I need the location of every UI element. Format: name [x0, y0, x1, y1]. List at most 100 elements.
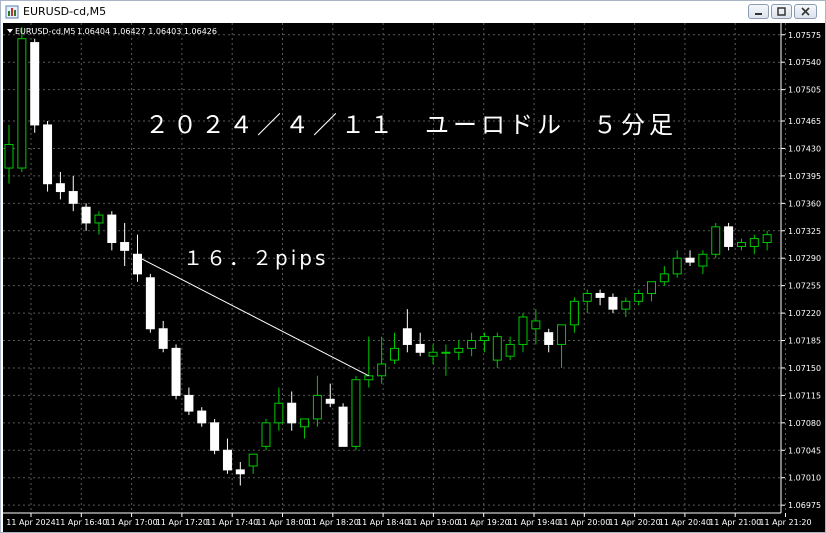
candle [428, 344, 438, 365]
candle-body [595, 292, 605, 298]
candle-body [120, 242, 130, 251]
candle [248, 453, 258, 474]
x-tick-label: 11 Apr 20:20 [609, 518, 661, 527]
candle [94, 211, 104, 235]
candle-body [557, 324, 567, 345]
x-tick-label: 11 Apr 20:00 [558, 518, 610, 527]
y-tick-label: 1.07185 [788, 337, 821, 346]
candle [312, 375, 322, 427]
close-button[interactable] [794, 4, 817, 19]
candle [595, 289, 605, 306]
candle-body [338, 406, 348, 447]
candle-body [454, 347, 464, 353]
candle [467, 332, 477, 357]
candle [544, 328, 554, 353]
candle [17, 26, 27, 172]
x-tick-label: 11 Apr 19:00 [407, 518, 459, 527]
candle [158, 320, 168, 353]
candle-body [261, 422, 271, 447]
candle-body [210, 422, 220, 451]
x-tick-label: 11 Apr 2024 [6, 518, 55, 527]
candle [454, 340, 464, 361]
y-tick-label: 1.07575 [788, 31, 821, 40]
candle [171, 344, 181, 400]
maximize-icon [777, 7, 786, 16]
symbol-label: EURUSD-cd,M5 [15, 27, 75, 36]
window-title: EURUSD-cd,M5 [23, 5, 107, 18]
x-tick-label: 11 Apr 21:00 [709, 518, 761, 527]
candle-body [736, 242, 746, 247]
y-tick-label: 1.07325 [788, 227, 821, 236]
candle-body [364, 375, 374, 381]
candle [685, 250, 695, 267]
candle [531, 309, 541, 345]
candle [621, 297, 631, 317]
x-tick-label: 11 Apr 18:00 [256, 518, 308, 527]
dropdown-triangle-icon [7, 29, 13, 33]
y-tick-label: 1.07220 [788, 309, 821, 318]
candle-body [647, 281, 656, 294]
candle-body [30, 42, 40, 126]
candles [4, 26, 772, 486]
price-chart[interactable]: 1.07575 1.07540 1.07505 1.07465 1.07430 1.073… [3, 23, 825, 532]
candle-body [287, 402, 297, 424]
candle-body [274, 402, 284, 424]
candle [569, 297, 579, 333]
candle [120, 222, 130, 267]
maximize-button[interactable] [771, 4, 792, 19]
candle [762, 230, 772, 251]
candle-body [544, 332, 554, 345]
y-tick-label: 1.07255 [788, 282, 821, 291]
y-tick-label: 1.07505 [788, 86, 821, 95]
y-tick-label: 1.07465 [788, 117, 821, 126]
x-tick-label: 11 Apr 17:00 [106, 518, 158, 527]
candle-body [467, 340, 477, 349]
candle [672, 250, 682, 278]
candle [145, 273, 155, 333]
y-tick-label: 1.07290 [788, 254, 821, 263]
minimize-button[interactable] [748, 4, 769, 19]
candle-body [659, 273, 669, 283]
candle [300, 418, 310, 439]
candle-body [582, 292, 592, 302]
candle-body [402, 328, 412, 345]
candle [402, 309, 412, 353]
window-titlebar[interactable]: EURUSD-cd,M5 [1, 1, 825, 23]
candle [235, 462, 245, 486]
candle [210, 418, 220, 455]
candle-body [390, 347, 399, 361]
chart-grid [3, 23, 786, 513]
candle [608, 293, 618, 314]
candle-body [184, 394, 194, 412]
ohlc-values: 1.06404 1.06427 1.06403 1.06426 [77, 27, 217, 36]
candle-body [300, 418, 310, 428]
x-tick-label: 11 Apr 21:20 [759, 518, 811, 527]
candle-body [43, 124, 53, 185]
candle [505, 336, 515, 361]
candle [518, 313, 528, 353]
candle-body [672, 257, 682, 275]
candle [659, 266, 669, 286]
x-tick-label: 11 Apr 17:40 [206, 518, 258, 527]
candle [390, 332, 399, 365]
candle [351, 375, 361, 451]
candle-body [351, 379, 361, 447]
candle [4, 124, 14, 184]
candle [184, 387, 194, 415]
candle-body [608, 296, 618, 310]
candle-body [81, 206, 91, 224]
candle-body [428, 351, 438, 357]
candle [492, 332, 502, 368]
candle [43, 121, 53, 192]
y-tick-label: 1.07540 [788, 58, 821, 67]
candle [274, 387, 284, 431]
x-tick-label: 11 Apr 16:40 [55, 518, 107, 527]
y-tick-label: 1.07150 [788, 364, 821, 373]
candle [479, 332, 489, 353]
chart-area[interactable]: 1.07575 1.07540 1.07505 1.07465 1.07430 1.073… [3, 23, 825, 532]
candle-body [505, 343, 515, 357]
candle-body [569, 300, 579, 326]
candle-body [133, 253, 142, 275]
candle [377, 336, 387, 384]
candle [711, 222, 721, 259]
